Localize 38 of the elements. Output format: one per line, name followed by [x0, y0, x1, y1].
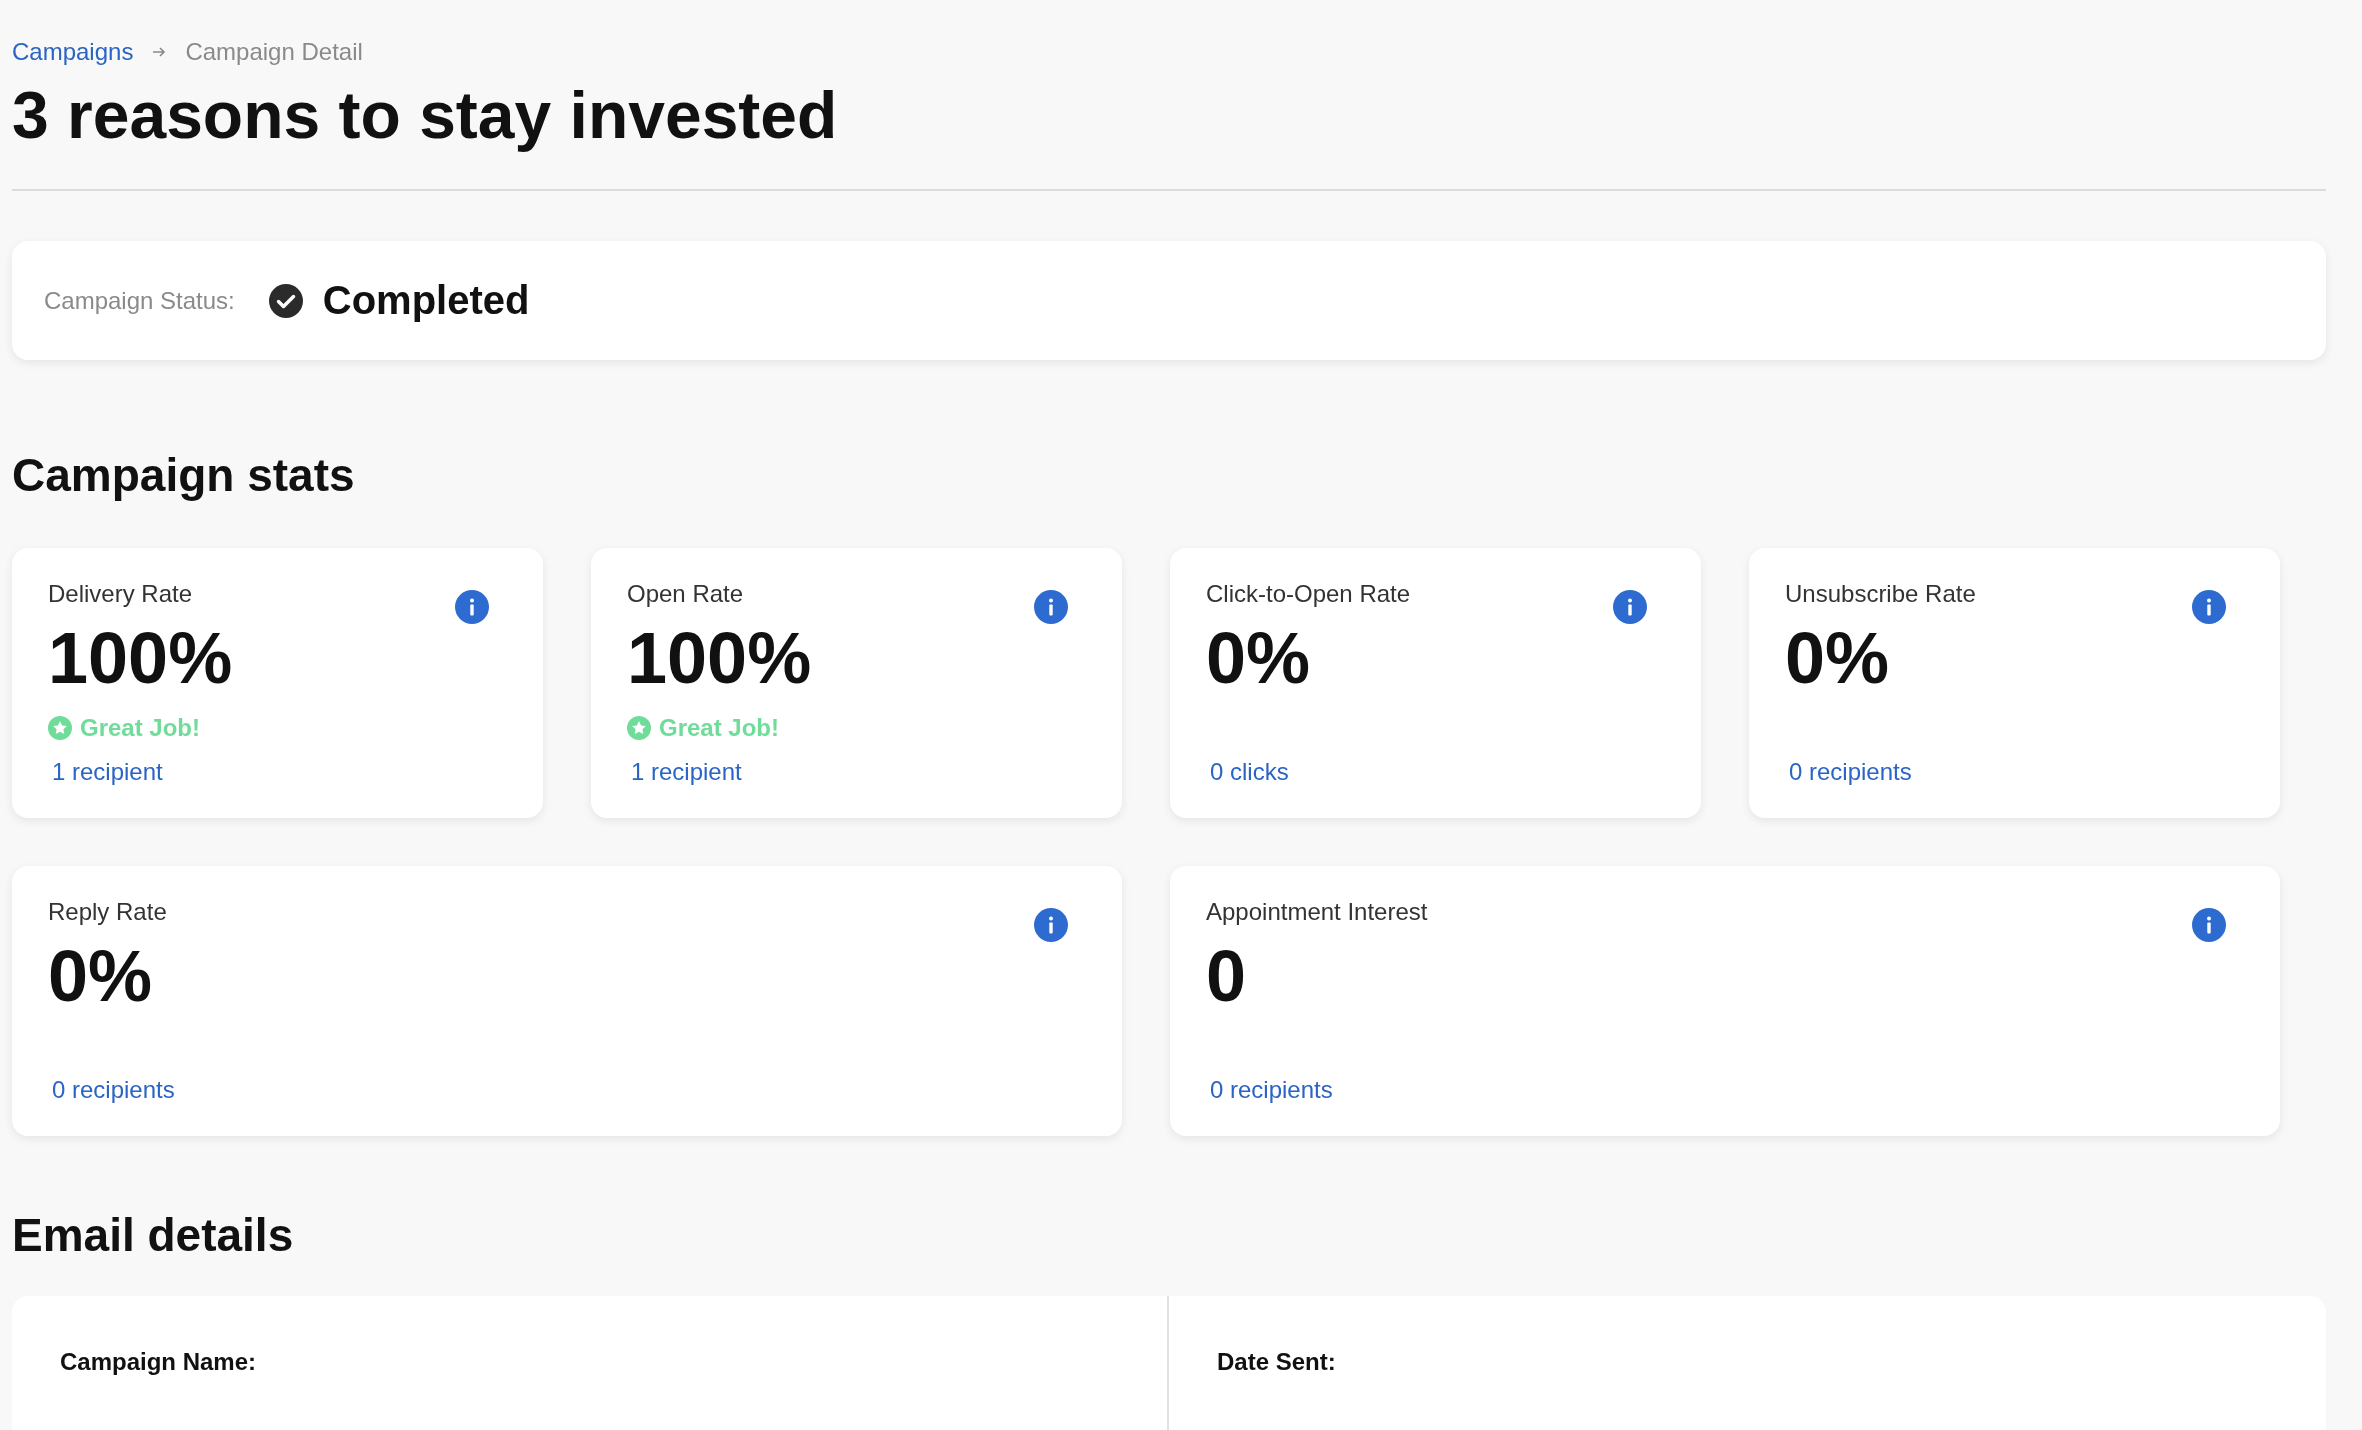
star-circle-icon: [627, 716, 651, 741]
stat-value: 0%: [1785, 622, 1890, 695]
status-label: Campaign Status:: [44, 286, 235, 315]
check-circle-icon: [268, 283, 303, 318]
stat-link[interactable]: 0 recipients: [1789, 758, 1912, 787]
star-circle-icon: [48, 716, 72, 741]
breadcrumb-current: Campaign Detail: [185, 38, 363, 66]
stat-value: 0: [1206, 940, 1247, 1013]
badge-text: Great Job!: [80, 714, 201, 743]
stat-value: 0%: [48, 940, 153, 1013]
stat-label: Reply Rate: [48, 898, 167, 927]
info-icon[interactable]: [1613, 590, 1647, 625]
stat-value: 100%: [627, 622, 812, 695]
page-title: 3 reasons to stay invested: [12, 77, 839, 154]
stat-link[interactable]: 1 recipient: [52, 758, 163, 787]
stat-link[interactable]: 0 recipients: [1210, 1076, 1333, 1105]
status-value: Completed: [322, 278, 530, 324]
stat-link[interactable]: 0 clicks: [1210, 758, 1289, 787]
detail-label: Date Sent:: [1217, 1348, 1336, 1376]
info-icon[interactable]: [2192, 590, 2226, 625]
info-icon[interactable]: [455, 590, 489, 625]
stat-label: Appointment Interest: [1206, 898, 1428, 927]
breadcrumb-link[interactable]: Campaigns: [12, 38, 134, 66]
badge-text: Great Job!: [659, 714, 780, 743]
info-icon[interactable]: [1034, 908, 1068, 943]
stat-label: Unsubscribe Rate: [1785, 580, 1976, 609]
section-heading: Campaign stats: [12, 452, 356, 499]
info-icon[interactable]: [2192, 908, 2226, 943]
stat-label: Open Rate: [627, 580, 744, 609]
info-icon[interactable]: [1034, 590, 1068, 625]
stat-label: Delivery Rate: [48, 580, 193, 609]
detail-label: Campaign Name:: [60, 1348, 257, 1376]
stat-link[interactable]: 0 recipients: [52, 1076, 175, 1105]
stat-value: 100%: [48, 622, 233, 695]
stat-label: Click-to-Open Rate: [1206, 580, 1411, 609]
stat-link[interactable]: 1 recipient: [631, 758, 742, 787]
section-heading: Email details: [12, 1212, 295, 1259]
stat-value: 0%: [1206, 622, 1311, 695]
